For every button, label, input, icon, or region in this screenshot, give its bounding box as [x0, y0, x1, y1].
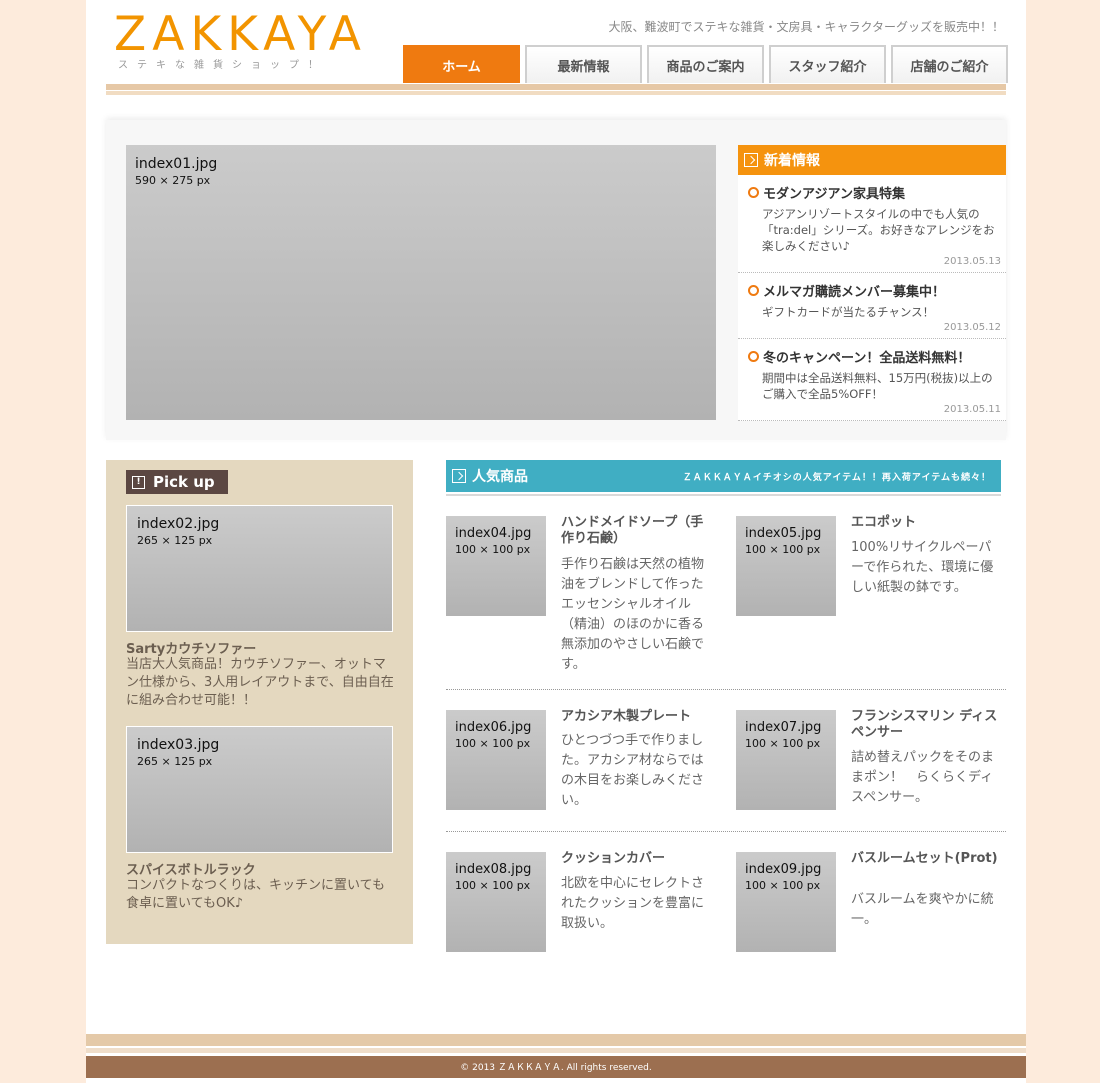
product-desc: 北欧を中心にセレクトされたクッションを豊富に取扱い。	[561, 876, 705, 931]
nav-news[interactable]: 最新情報	[525, 45, 642, 83]
image-size: 100 × 100 px	[745, 879, 821, 892]
product-name[interactable]: バスルームセット(Prot)	[851, 851, 1001, 867]
news-item-date: 2013.05.13	[943, 256, 1001, 267]
popular-heading: 人気商品 ＺＡＫＫＡＹＡイチオシの人気アイテム！！再入荷アイテムも続々！	[446, 460, 1001, 492]
product-image[interactable]: index04.jpg 100 × 100 px	[446, 516, 546, 616]
product-row-divider	[446, 831, 1006, 832]
pickup-item-title[interactable]: Sartyカウチソファー	[126, 638, 256, 657]
footer-copyright: © 2013 ＺＡＫＫＡＹＡ. All rights reserved.	[86, 1056, 1026, 1078]
pickup-item-desc: 当店大人気商品！カウチソファー、オットマン仕様から、3人用レイアウトまで、自由自…	[126, 657, 394, 708]
product-name[interactable]: アカシア木製プレート	[561, 709, 711, 725]
image-size: 100 × 100 px	[455, 737, 531, 750]
image-filename: index01.jpg	[135, 156, 218, 172]
header-divider-light	[106, 91, 1006, 95]
chevron-right-icon	[744, 153, 758, 167]
news-item[interactable]: メルマガ購読メンバー募集中！ ギフトカードが当たるチャンス！ 2013.05.1…	[738, 273, 1006, 339]
chevron-right-icon	[452, 469, 466, 483]
header-divider	[106, 84, 1006, 90]
image-filename: index07.jpg	[745, 720, 822, 735]
news-item-date: 2013.05.11	[943, 404, 1001, 415]
news-item-date: 2013.05.12	[943, 322, 1001, 333]
news-panel: 新着情報 モダンアジアン家具特集 アジアンリゾートスタイルの中でも人気の「tra…	[738, 145, 1006, 421]
circle-bullet-icon	[748, 187, 759, 198]
image-size: 265 × 125 px	[137, 534, 213, 547]
image-filename: index03.jpg	[137, 737, 220, 753]
news-heading-label: 新着情報	[764, 153, 820, 169]
pickup-image[interactable]: index02.jpg 265 × 125 px	[126, 505, 393, 632]
main-visual-area: index01.jpg 590 × 275 px 新着情報 モダンアジアン家具特…	[106, 120, 1006, 440]
image-filename: index02.jpg	[137, 516, 220, 532]
news-item-body: ギフトカードが当たるチャンス！	[762, 305, 935, 319]
product-image[interactable]: index09.jpg 100 × 100 px	[736, 852, 836, 952]
nav-staff[interactable]: スタッフ紹介	[769, 45, 886, 83]
logo-text: ZAKKAYA	[114, 7, 367, 62]
circle-bullet-icon	[748, 351, 759, 362]
site-logo[interactable]: ZAKKAYA ステキな雑貨ショップ！	[114, 7, 374, 72]
product-image[interactable]: index06.jpg 100 × 100 px	[446, 710, 546, 810]
news-item-body: アジアンリゾートスタイルの中でも人気の「tra:del」シリーズ。お好きなアレン…	[762, 207, 995, 253]
product-desc: バスルームを爽やかに統一。	[851, 892, 994, 927]
product-name[interactable]: ハンドメイドソープ（手作り石鹸）	[561, 515, 711, 547]
product-desc: ひとつづつ手で作りました。アカシア材ならではの木目をお楽しみください。	[561, 733, 705, 808]
pickup-image[interactable]: index03.jpg 265 × 125 px	[126, 726, 393, 853]
image-size: 100 × 100 px	[745, 737, 821, 750]
pickup-panel: ! Pick up index02.jpg 265 × 125 px Sarty…	[106, 460, 413, 944]
news-item-title[interactable]: メルマガ購読メンバー募集中！	[763, 281, 945, 300]
image-size: 100 × 100 px	[455, 879, 531, 892]
popular-heading-label: 人気商品	[472, 469, 528, 485]
product-row-divider	[446, 689, 1006, 690]
product-image[interactable]: index07.jpg 100 × 100 px	[736, 710, 836, 810]
footer-band-light	[86, 1048, 1026, 1053]
nav-products[interactable]: 商品のご案内	[647, 45, 764, 83]
exclamation-icon: !	[132, 475, 145, 489]
product-desc: 100%リサイクルペーパーで作られた、環境に優しい紙製の鉢です。	[851, 540, 994, 595]
product-name[interactable]: クッションカバー	[561, 851, 711, 867]
circle-bullet-icon	[748, 285, 759, 296]
news-heading: 新着情報	[738, 145, 1006, 175]
product-image[interactable]: index08.jpg 100 × 100 px	[446, 852, 546, 952]
nav-home[interactable]: ホーム	[403, 45, 520, 83]
image-filename: index08.jpg	[455, 862, 532, 877]
image-filename: index09.jpg	[745, 862, 822, 877]
image-size: 590 × 275 px	[135, 174, 211, 187]
product-name[interactable]: フランシスマリン ディスペンサー	[851, 709, 1001, 741]
popular-divider	[446, 494, 1001, 496]
image-size: 265 × 125 px	[137, 755, 213, 768]
news-item-title[interactable]: 冬のキャンペーン！全品送料無料！	[763, 347, 970, 366]
product-name[interactable]: エコポット	[851, 515, 1001, 531]
footer-band	[86, 1034, 1026, 1046]
image-size: 100 × 100 px	[745, 543, 821, 556]
image-filename: index04.jpg	[455, 526, 532, 541]
popular-subheading: ＺＡＫＫＡＹＡイチオシの人気アイテム！！再入荷アイテムも続々！	[682, 472, 991, 483]
pickup-item-desc: コンパクトなつくりは、キッチンに置いても食卓に置いてもOK♪	[126, 878, 385, 911]
page: ZAKKAYA ステキな雑貨ショップ！ 大阪、難波町でステキな雑貨・文房具・キャ…	[86, 0, 1026, 1083]
nav-store[interactable]: 店舗のご紹介	[891, 45, 1008, 83]
news-item-title[interactable]: モダンアジアン家具特集	[763, 183, 905, 202]
image-filename: index05.jpg	[745, 526, 822, 541]
site-tagline: 大阪、難波町でステキな雑貨・文房具・キャラクターグッズを販売中！！	[608, 20, 1004, 34]
main-nav: ホーム 最新情報 商品のご案内 スタッフ紹介 店舗のご紹介	[403, 45, 1008, 83]
main-visual-image[interactable]: index01.jpg 590 × 275 px	[126, 145, 716, 420]
pickup-item-title[interactable]: スパイスボトルラック	[126, 859, 256, 878]
pickup-heading-label: Pick up	[153, 473, 215, 491]
news-item-body: 期間中は全品送料無料、15万円(税抜)以上のご購入で全品5%OFF！	[762, 371, 993, 401]
image-size: 100 × 100 px	[455, 543, 531, 556]
pickup-heading: ! Pick up	[126, 470, 228, 494]
product-desc: 詰め替えパックをそのままポン！ らくらくディスペンサー。	[851, 750, 995, 805]
news-item[interactable]: モダンアジアン家具特集 アジアンリゾートスタイルの中でも人気の「tra:del」…	[738, 175, 1006, 273]
image-filename: index06.jpg	[455, 720, 532, 735]
product-desc: 手作り石鹸は天然の植物油をブレンドして作ったエッセンシャルオイル（精油）のほのか…	[561, 557, 705, 672]
product-image[interactable]: index05.jpg 100 × 100 px	[736, 516, 836, 616]
news-item[interactable]: 冬のキャンペーン！全品送料無料！ 期間中は全品送料無料、15万円(税抜)以上のご…	[738, 339, 1006, 421]
